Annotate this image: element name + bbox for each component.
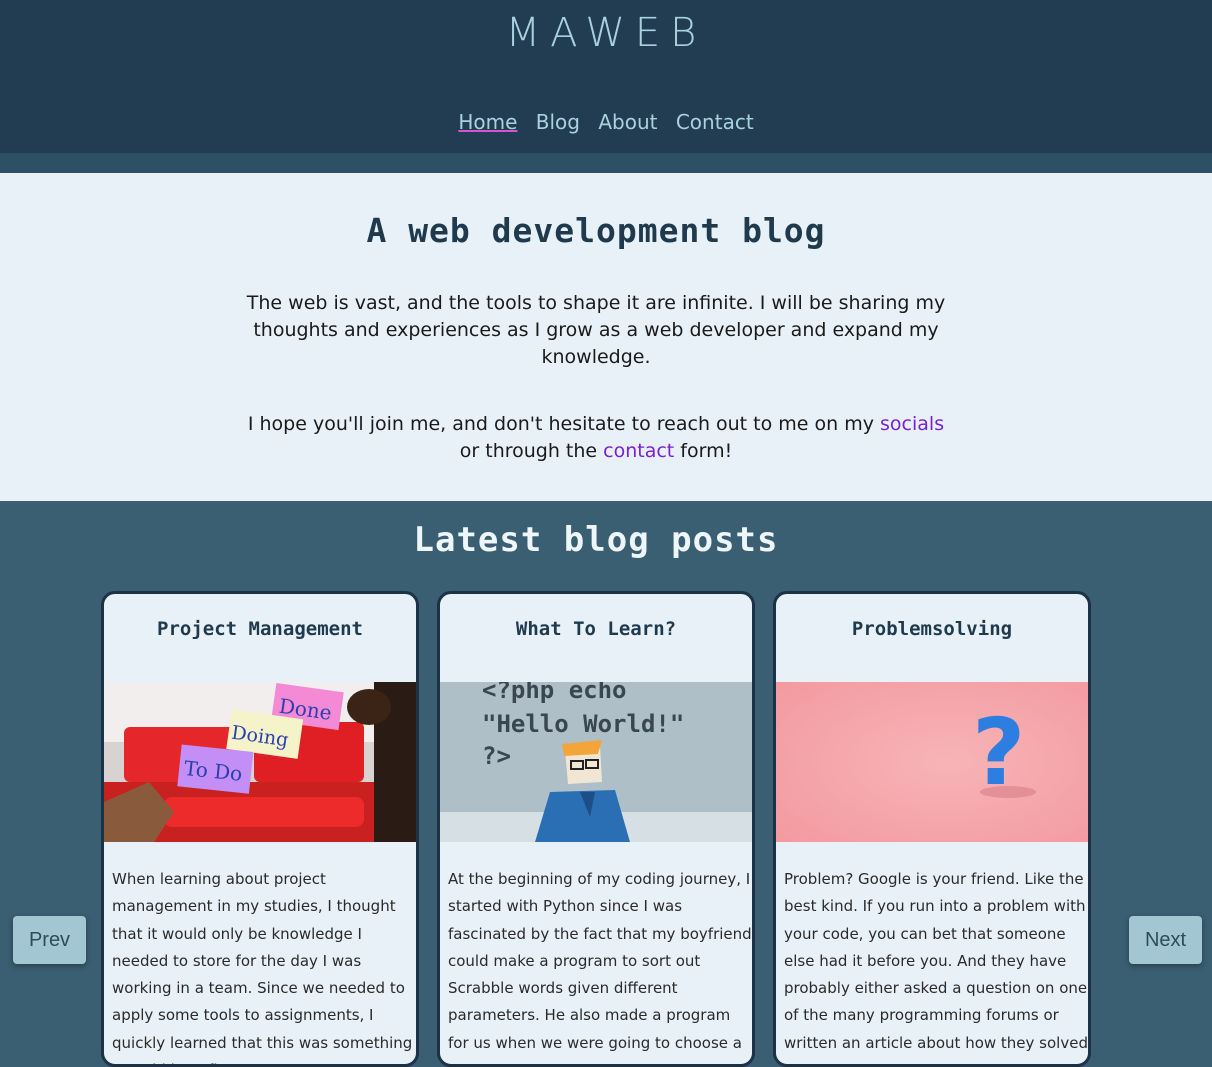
invite-text-end: form!	[674, 440, 733, 462]
nav-about[interactable]: About	[598, 110, 657, 134]
post-title[interactable]: Project Management	[104, 618, 416, 640]
latest-posts-heading: Latest blog posts	[413, 520, 779, 560]
post-card-project-management[interactable]: Project Management Done Doing To Do When…	[101, 591, 419, 1067]
post-title[interactable]: What To Learn?	[440, 618, 752, 640]
prev-button[interactable]: Prev	[13, 916, 86, 964]
post-card-what-to-learn[interactable]: What To Learn? <?php echo "Hello World!"…	[437, 591, 755, 1067]
contact-link[interactable]: contact	[603, 440, 674, 462]
page-title: A web development blog	[366, 211, 826, 250]
post-excerpt: Problem? Google is your friend. Like the…	[784, 870, 1088, 1052]
intro-invite-paragraph: I hope you'll join me, and don't hesitat…	[246, 411, 946, 465]
nav-blog[interactable]: Blog	[536, 110, 580, 134]
invite-text-start: I hope you'll join me, and don't hesitat…	[247, 413, 881, 435]
intro-section: A web development blog The web is vast, …	[0, 173, 1212, 501]
post-image-sticky-notes[interactable]: Done Doing To Do	[104, 682, 416, 842]
main-nav: Home Blog About Contact	[0, 110, 1212, 134]
site-logo[interactable]: MAWEB	[0, 10, 1212, 56]
nav-home[interactable]: Home	[458, 110, 517, 134]
post-excerpt: At the beginning of my coding journey, I…	[448, 870, 752, 1052]
nav-contact[interactable]: Contact	[676, 110, 754, 134]
site-header: MAWEB Home Blog About Contact	[0, 0, 1212, 153]
question-mark-graphic: ?	[972, 699, 1025, 806]
code-line-2: "Hello World!"	[482, 710, 684, 738]
post-image-hello-world[interactable]: <?php echo "Hello World!" ?>	[440, 682, 752, 842]
socials-link[interactable]: socials	[880, 413, 944, 435]
post-card-problemsolving[interactable]: Problemsolving ? Problem? Google is your…	[773, 591, 1091, 1067]
invite-text-middle: or through the	[459, 440, 604, 462]
intro-paragraph: The web is vast, and the tools to shape …	[246, 292, 946, 368]
header-divider	[0, 153, 1212, 173]
code-line-3: ?>	[482, 742, 511, 770]
post-title[interactable]: Problemsolving	[776, 618, 1088, 640]
post-image-question-mark[interactable]: ?	[776, 682, 1088, 842]
post-excerpt: When learning about project management i…	[112, 870, 413, 1064]
next-button[interactable]: Next	[1129, 916, 1202, 964]
code-line-1: <?php echo	[482, 682, 627, 704]
